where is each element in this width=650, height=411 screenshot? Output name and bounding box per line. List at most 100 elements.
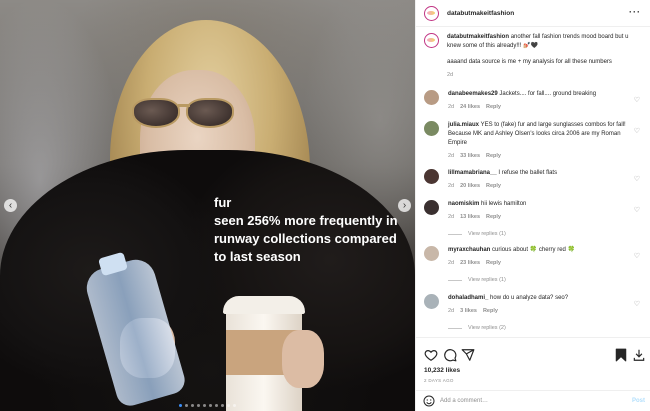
comment-text: curious about 🍀 cherry red 🍀: [492, 247, 576, 253]
caption-author-avatar[interactable]: [424, 33, 439, 48]
comment-item: lillmamabriana__ I refuse the ballet fla…: [424, 169, 646, 191]
carousel-dot: [233, 404, 236, 407]
comment-meta: 2d 23 likes Reply: [448, 259, 628, 268]
carousel-dot: [203, 404, 206, 407]
comment-avatar[interactable]: [424, 121, 439, 136]
comment-like-heart-icon[interactable]: ♡: [634, 300, 640, 308]
comment-avatar[interactable]: [424, 169, 439, 184]
post-side-panel: databutmakeitfashion ··· databutmakeitfa…: [415, 0, 650, 411]
right-hand: [282, 330, 324, 388]
comment-time: 2d: [448, 153, 455, 159]
smiley-icon[interactable]: [423, 395, 435, 407]
view-replies-button[interactable]: View replies (2): [448, 325, 506, 331]
more-horizontal-icon[interactable]: ···: [629, 7, 641, 17]
comments-list[interactable]: databutmakeitfashion another fall fashio…: [416, 29, 650, 337]
comment-username[interactable]: dohaladhami_: [448, 295, 488, 301]
add-comment-bar: Add a comment… Post: [416, 390, 650, 411]
comment-likes[interactable]: 13 likes: [460, 214, 480, 220]
reply-button[interactable]: Reply: [483, 308, 498, 314]
comment-username[interactable]: lillmamabriana__: [448, 170, 497, 176]
comment-item: julia.miaux YES to (fake) fur and large …: [424, 121, 646, 161]
comment-username[interactable]: myraxchauhan: [448, 247, 490, 253]
comment-time: 2d: [448, 214, 455, 220]
comment-meta: 2d 20 likes Reply: [448, 182, 628, 191]
comment-likes[interactable]: 24 likes: [460, 104, 480, 110]
post-media[interactable]: fur seen 256% more frequently in runway c…: [0, 0, 415, 411]
post-header: databutmakeitfashion ···: [416, 0, 650, 27]
overlay-body: seen 256% more frequently in runway coll…: [214, 213, 398, 264]
comment-like-heart-icon[interactable]: ♡: [634, 96, 640, 104]
comment-likes[interactable]: 3 likes: [460, 308, 477, 314]
view-replies-button[interactable]: View replies (1): [448, 277, 506, 283]
comment-avatar[interactable]: [424, 90, 439, 105]
carousel-dot: [221, 404, 224, 407]
heart-icon[interactable]: [424, 348, 438, 362]
reply-button[interactable]: Reply: [486, 260, 501, 266]
post-timestamp: 2 DAYS AGO: [424, 378, 454, 383]
post-caption: databutmakeitfashion another fall fashio…: [424, 33, 646, 80]
comment-avatar[interactable]: [424, 200, 439, 215]
comment-username[interactable]: naomiskim: [448, 201, 479, 207]
share-icon[interactable]: [461, 348, 475, 362]
bookmark-icon[interactable]: [614, 348, 628, 362]
comment-meta: 2d 24 likes Reply: [448, 103, 628, 112]
comment-time: 2d: [448, 260, 455, 266]
like-count[interactable]: 10,232 likes: [424, 367, 460, 374]
comment-time: 2d: [448, 183, 455, 189]
comment-meta: 2d 3 likes Reply: [448, 307, 628, 316]
carousel-dot: [209, 404, 212, 407]
comment-username[interactable]: danabeemakes29: [448, 91, 498, 97]
comment-username[interactable]: julia.miaux: [448, 122, 479, 128]
caption-text-2: aaaand data source is me + my analysis f…: [447, 59, 612, 65]
previous-slide-button[interactable]: ‹: [4, 199, 17, 212]
comment-time: 2d: [448, 308, 455, 314]
comment-icon[interactable]: [443, 348, 457, 362]
comment-text: hii lewis hamilton: [481, 201, 527, 207]
caption-username[interactable]: databutmakeitfashion: [447, 34, 509, 40]
reply-button[interactable]: Reply: [486, 153, 501, 159]
reply-button[interactable]: Reply: [486, 214, 501, 220]
reply-button[interactable]: Reply: [486, 183, 501, 189]
carousel-indicator: [0, 404, 415, 407]
comment-text: Jackets.... for fall.... ground breaking: [499, 91, 597, 97]
coffee-cup-lid: [223, 296, 305, 314]
carousel-dot: [191, 404, 194, 407]
comment-meta: 2d 33 likes Reply: [448, 152, 628, 161]
comment-like-heart-icon[interactable]: ♡: [634, 175, 640, 183]
comment-like-heart-icon[interactable]: ♡: [634, 206, 640, 214]
author-avatar[interactable]: [424, 5, 439, 21]
carousel-dot: [215, 404, 218, 407]
comment-likes[interactable]: 23 likes: [460, 260, 480, 266]
comment-time: 2d: [448, 104, 455, 110]
comment-avatar[interactable]: [424, 294, 439, 309]
comment-text: I refuse the ballet flats: [498, 170, 558, 176]
author-username[interactable]: databutmakeitfashion: [447, 10, 514, 17]
carousel-dot: [227, 404, 230, 407]
comment-likes[interactable]: 20 likes: [460, 183, 480, 189]
download-icon[interactable]: [632, 348, 646, 362]
caption-time: 2d: [447, 72, 454, 78]
reply-button[interactable]: Reply: [486, 104, 501, 110]
carousel-dot: [197, 404, 200, 407]
instagram-post: fur seen 256% more frequently in runway c…: [0, 0, 650, 411]
comment-like-heart-icon[interactable]: ♡: [634, 252, 640, 260]
view-replies-button[interactable]: View replies (1): [448, 231, 506, 237]
sunglasses-bridge: [178, 104, 190, 107]
post-comment-button[interactable]: Post: [632, 398, 645, 404]
comment-item: danabeemakes29 Jackets.... for fall.... …: [424, 90, 646, 112]
comment-like-heart-icon[interactable]: ♡: [634, 127, 640, 135]
next-slide-button[interactable]: ›: [398, 199, 411, 212]
comment-item: naomiskim hii lewis hamilton 2d 13 likes Re…: [424, 200, 646, 222]
comment-likes[interactable]: 33 likes: [460, 153, 480, 159]
add-comment-input[interactable]: Add a comment…: [440, 398, 488, 404]
carousel-dot: [185, 404, 188, 407]
comment-text: how do u analyze data? seo?: [490, 295, 569, 301]
overlay-caption-text: fur seen 256% more frequently in runway c…: [214, 194, 404, 266]
comment-item: dohaladhami_ how do u analyze data? seo?…: [424, 294, 646, 316]
sunglasses-lens-left: [132, 98, 180, 128]
fur-coat: [0, 150, 415, 411]
sunglasses-lens-right: [186, 98, 234, 128]
comment-meta: 2d 13 likes Reply: [448, 213, 628, 222]
overlay-title: fur: [214, 195, 232, 210]
comment-avatar[interactable]: [424, 246, 439, 261]
